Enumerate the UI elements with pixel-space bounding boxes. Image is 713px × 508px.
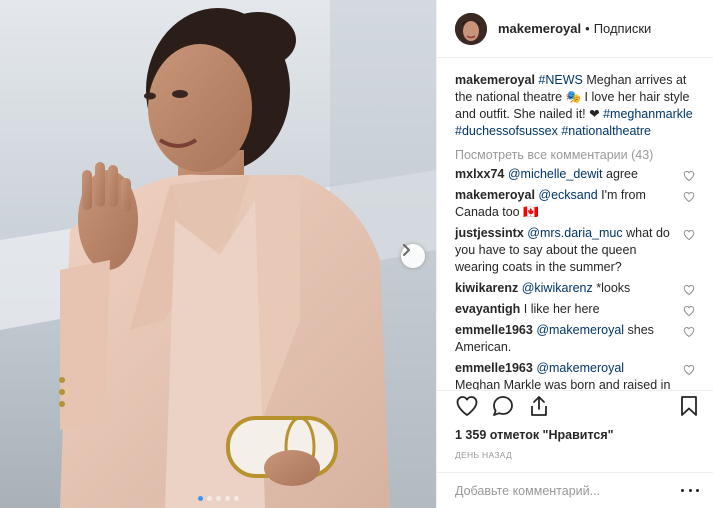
comment-row: emmelle1963 @makemeroyal shes American. (455, 322, 697, 356)
photo-illustration (0, 0, 436, 508)
comment-mention[interactable]: @ecksand (538, 188, 597, 202)
add-comment-bar (437, 472, 713, 508)
comment-like-heart-icon[interactable] (683, 191, 695, 203)
comment-row: makemeroyal @ecksand I'm from Canada too… (455, 187, 697, 221)
comment-text: agree (602, 167, 638, 181)
comment-like-heart-icon[interactable] (683, 170, 695, 182)
bookmark-icon[interactable] (677, 394, 701, 418)
carousel-dot (206, 496, 212, 501)
comment-text: I like her here (523, 302, 600, 316)
comment-icon[interactable] (491, 394, 515, 418)
comment-like-heart-icon[interactable] (683, 229, 695, 241)
comment-username[interactable]: justjessintx (455, 226, 524, 240)
share-icon[interactable] (527, 394, 551, 418)
more-dot (681, 489, 684, 492)
avatar[interactable] (455, 12, 487, 45)
next-photo-button[interactable] (401, 244, 425, 268)
carousel-dot (215, 496, 221, 501)
hashtag[interactable]: #nationaltheatre (561, 124, 651, 138)
comment-mention[interactable]: @kiwikarenz (522, 281, 593, 295)
comment-mention[interactable]: @makemeroyal (536, 323, 624, 337)
instagram-post: makemeroyal • Подписки makemeroyal #NEWS… (0, 0, 713, 508)
carousel-indicator (0, 496, 436, 501)
comment-row: mxlxx74 @michelle_dewit agree (455, 166, 697, 183)
comment-like-heart-icon[interactable] (683, 364, 695, 376)
comment-row: emmelle1963 @makemeroyal Meghan Markle w… (455, 360, 697, 390)
comments-list[interactable]: makemeroyal #NEWS Meghan arrives at the … (437, 59, 713, 390)
comment-username[interactable]: emmelle1963 (455, 323, 533, 337)
comment-row: evayantigh I like her here (455, 301, 697, 318)
comment-username[interactable]: makemeroyal (455, 188, 535, 202)
carousel-dot-active (197, 496, 203, 501)
post-caption: makemeroyal #NEWS Meghan arrives at the … (455, 72, 697, 140)
comment-mention[interactable]: @mrs.daria_muc (527, 226, 622, 240)
comment-like-heart-icon[interactable] (683, 305, 695, 317)
post-photo[interactable] (0, 0, 436, 508)
add-comment-input[interactable] (455, 483, 681, 498)
post-author-username[interactable]: makemeroyal (498, 21, 581, 36)
view-all-comments-link[interactable]: Посмотреть все комментарии (43) (455, 148, 697, 162)
follow-button[interactable]: Подписки (594, 21, 652, 36)
comment-username[interactable]: evayantigh (455, 302, 520, 316)
hashtag[interactable]: #duchessofsussex (455, 124, 558, 138)
post-timestamp: день назад (455, 450, 513, 460)
comment-row: justjessintx @mrs.daria_muc what do you … (455, 225, 697, 276)
post-side-panel: makemeroyal • Подписки makemeroyal #NEWS… (436, 0, 713, 508)
comment-row: kiwikarenz @kiwikarenz *looks (455, 280, 697, 297)
hashtag[interactable]: #NEWS (538, 73, 582, 87)
comment-container: mxlxx74 @michelle_dewit agree makemeroyal… (455, 166, 697, 390)
comment-like-heart-icon[interactable] (683, 326, 695, 338)
carousel-dot (224, 496, 230, 501)
heart-icon[interactable] (455, 394, 479, 418)
likes-count[interactable]: 1 359 отметок "Нравится" (455, 428, 614, 442)
comment-text: *looks (592, 281, 631, 295)
comment-username[interactable]: emmelle1963 (455, 361, 533, 375)
comment-username[interactable]: kiwikarenz (455, 281, 518, 295)
more-dot (696, 489, 699, 492)
comment-mention[interactable]: @michelle_dewit (508, 167, 603, 181)
action-bar (437, 390, 713, 420)
comment-username[interactable]: mxlxx74 (455, 167, 504, 181)
more-dot (688, 489, 692, 492)
comment-like-heart-icon[interactable] (683, 284, 695, 296)
comment-mention[interactable]: @makemeroyal (536, 361, 624, 375)
caption-username[interactable]: makemeroyal (455, 73, 535, 87)
post-header: makemeroyal • Подписки (437, 0, 713, 58)
header-separator: • (585, 21, 590, 36)
avatar-image (455, 12, 487, 45)
chevron-right-icon (403, 244, 410, 256)
hashtag[interactable]: #meghanmarkle (603, 107, 693, 121)
comment-text: Meghan Markle was born and raised in Los… (455, 378, 671, 390)
more-icon[interactable] (681, 484, 699, 498)
carousel-dot (233, 496, 239, 501)
